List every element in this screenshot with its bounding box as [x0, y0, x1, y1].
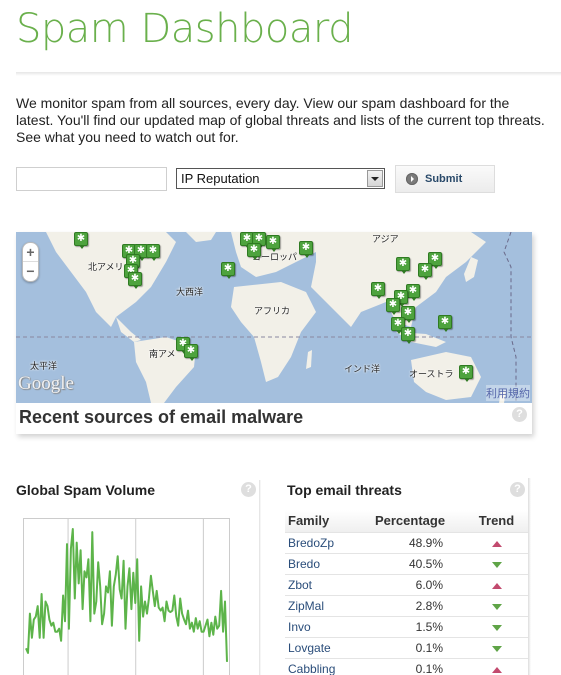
- map-caption: Recent sources of email malware: [19, 407, 304, 427]
- threat-family-link[interactable]: ZipMal: [285, 594, 355, 616]
- bug-icon[interactable]: [247, 243, 261, 260]
- bug-icon[interactable]: [299, 241, 313, 258]
- threat-family-link[interactable]: Cabbling: [285, 657, 355, 675]
- chevron-down-icon[interactable]: [367, 170, 383, 187]
- threat-percentage: 48.9%: [355, 531, 465, 553]
- title-divider: [16, 72, 561, 76]
- trend-down-icon: [491, 561, 502, 568]
- bug-icon[interactable]: [371, 282, 385, 299]
- world-map[interactable]: + − 北アメリ 大西洋 アフリカ アジア ヨーロッパ 南アメ 太平洋 インド洋…: [16, 232, 532, 403]
- label-asia: アジア: [372, 235, 399, 245]
- trend-cell: [465, 552, 528, 574]
- trend-up-icon: [491, 582, 502, 589]
- bug-icon[interactable]: [221, 262, 235, 279]
- threat-percentage: 2.8%: [355, 594, 465, 616]
- play-circle-icon: [406, 173, 418, 185]
- zoom-out-button[interactable]: −: [23, 262, 38, 281]
- submit-label: Submit: [425, 173, 463, 185]
- threat-family-link[interactable]: Bredo: [285, 552, 355, 574]
- terms-link[interactable]: 利用規約: [486, 385, 530, 401]
- trend-cell: [465, 531, 528, 553]
- trend-cell: [465, 615, 528, 637]
- trend-down-icon: [491, 645, 502, 652]
- table-row: Zbot 6.0%: [285, 573, 528, 595]
- threat-family-link[interactable]: Lovgate: [285, 636, 355, 658]
- threat-percentage: 0.1%: [355, 657, 465, 675]
- submit-button[interactable]: Submit: [395, 165, 495, 193]
- trend-cell: [465, 573, 528, 595]
- column-header-percentage[interactable]: Percentage: [355, 510, 465, 532]
- trend-cell: [465, 657, 528, 675]
- trend-up-icon: [491, 540, 502, 547]
- column-header-family[interactable]: Family: [285, 510, 355, 532]
- label-pacific: 太平洋: [30, 362, 58, 372]
- chart-svg: [25, 519, 228, 675]
- panel-divider: [259, 480, 261, 675]
- lookup-type-select[interactable]: IP Reputation: [176, 168, 385, 189]
- bug-icon[interactable]: [406, 284, 420, 301]
- trend-up-icon: [491, 666, 502, 673]
- label-indian-ocean: インド洋: [344, 365, 381, 375]
- select-value: IP Reputation: [181, 171, 260, 186]
- trend-cell: [465, 636, 528, 658]
- label-africa: アフリカ: [254, 307, 291, 317]
- bug-icon[interactable]: [128, 272, 142, 289]
- table-row: ZipMal 2.8%: [285, 594, 528, 616]
- bug-icon[interactable]: [146, 244, 160, 261]
- label-australia: オーストラ: [409, 370, 454, 380]
- trend-down-icon: [491, 603, 502, 610]
- top-threats-panel: Top email threats ? Family Percentage Tr…: [285, 478, 530, 675]
- threat-percentage: 6.0%: [355, 573, 465, 595]
- page-title: Spam Dashboard: [16, 6, 353, 52]
- trend-down-icon: [491, 624, 502, 631]
- label-south-america: 南アメ: [149, 350, 176, 360]
- threat-percentage: 40.5%: [355, 552, 465, 574]
- lookup-input[interactable]: [16, 167, 167, 191]
- bug-icon[interactable]: [74, 232, 88, 249]
- help-icon[interactable]: ?: [510, 482, 525, 497]
- help-icon[interactable]: ?: [241, 482, 256, 497]
- zoom-in-button[interactable]: +: [23, 243, 38, 262]
- bug-icon[interactable]: [401, 327, 415, 344]
- table-row: Cabbling 0.1%: [285, 657, 528, 675]
- table-row: Lovgate 0.1%: [285, 636, 528, 658]
- threats-table: Family Percentage Trend BredoZp 48.9% Bred…: [285, 510, 528, 675]
- table-row: BredoZp 48.9%: [285, 531, 528, 553]
- intro-text: We monitor spam from all sources, every …: [16, 95, 545, 145]
- google-logo: Google: [18, 373, 74, 394]
- bug-icon[interactable]: [418, 263, 432, 280]
- volume-title: Global Spam Volume: [16, 482, 155, 498]
- column-header-trend[interactable]: Trend: [465, 510, 528, 532]
- bug-icon[interactable]: [438, 315, 452, 332]
- label-atlantic: 大西洋: [176, 288, 204, 298]
- threat-family-link[interactable]: BredoZp: [285, 531, 355, 553]
- trend-cell: [465, 594, 528, 616]
- malware-map-panel: + − 北アメリ 大西洋 アフリカ アジア ヨーロッパ 南アメ 太平洋 インド洋…: [16, 232, 532, 434]
- series-line-spam-volume: [25, 528, 228, 662]
- threat-percentage: 0.1%: [355, 636, 465, 658]
- help-icon[interactable]: ?: [512, 407, 527, 422]
- threat-family-link[interactable]: Invo: [285, 615, 355, 637]
- panel-shadow: [528, 478, 531, 675]
- bug-icon[interactable]: [396, 257, 410, 274]
- table-row: Invo 1.5%: [285, 615, 528, 637]
- threat-percentage: 1.5%: [355, 615, 465, 637]
- bug-icon[interactable]: [459, 365, 473, 382]
- map-zoom-control: + −: [22, 242, 39, 282]
- bug-icon[interactable]: [386, 298, 400, 315]
- label-north-america: 北アメリ: [88, 263, 124, 273]
- bug-icon[interactable]: [184, 344, 198, 361]
- table-row: Bredo 40.5%: [285, 552, 528, 574]
- bug-icon[interactable]: [266, 235, 280, 252]
- threat-family-link[interactable]: Zbot: [285, 573, 355, 595]
- spam-volume-panel: Global Spam Volume ?: [16, 478, 260, 675]
- threats-title: Top email threats: [287, 482, 402, 498]
- table-header: Family Percentage Trend: [285, 510, 528, 532]
- spam-volume-chart: [23, 518, 230, 675]
